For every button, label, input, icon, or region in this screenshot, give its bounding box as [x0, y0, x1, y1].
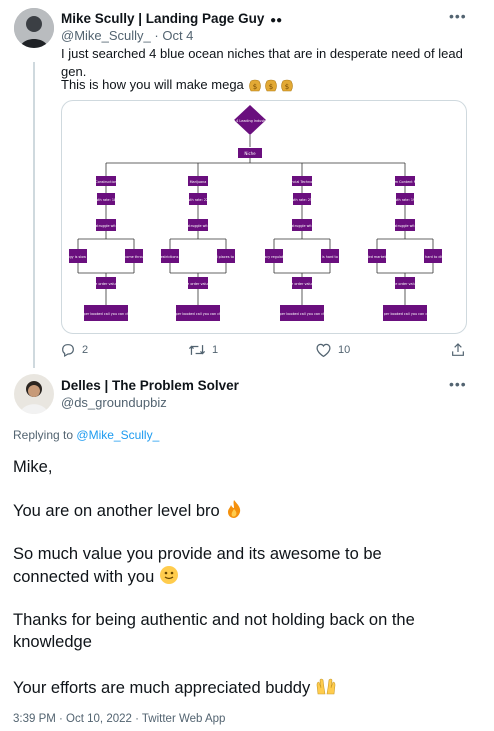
reason-left-2-label: Strict restrictions on ads: [149, 255, 191, 259]
reply-author-name[interactable]: Delles | The Problem Solver: [61, 378, 239, 393]
author-avatar[interactable]: [14, 8, 54, 48]
replying-to-line: Replying to @Mike_Scully_: [13, 428, 160, 442]
reply-action[interactable]: 2: [60, 342, 88, 358]
smile-icon: [159, 566, 179, 586]
growth-node-3-label: Growth rate: 25.5%: [285, 198, 319, 202]
svg-text:$: $: [285, 83, 289, 91]
like-count: 10: [338, 344, 351, 356]
more-icon[interactable]: •••: [449, 8, 467, 24]
eyes-icon: ●●: [270, 15, 283, 26]
replying-to-link[interactable]: @Mike_Scully_: [76, 428, 159, 442]
question-node-3-label: Why they struggle with lead gen: [274, 224, 329, 228]
share-action[interactable]: [450, 342, 466, 358]
reply-timestamp[interactable]: 3:39 PM · Oct 10, 2022 · Twitter Web App: [13, 713, 225, 725]
reply-author-handle[interactable]: @ds_groundupbiz: [61, 395, 167, 410]
reply-author-avatar[interactable]: [14, 374, 54, 414]
tweet-line-2: This is how you will make mega $ $ $: [61, 76, 295, 94]
author-handle-row: @Mike_Scully_ · Oct 4: [61, 28, 193, 43]
reason-left-3-label: Privacy regulations: [258, 255, 291, 259]
reply-paragraph-4: Thanks for being authentic and not holdi…: [13, 611, 415, 651]
growth-node-2-label: Growth rate: 22.9%: [181, 198, 215, 202]
retweet-action[interactable]: 1: [188, 342, 218, 358]
reply-paragraph-5: Your efforts are much appreciated buddy: [13, 676, 337, 699]
reply-paragraph-3: So much value you provide and its awesom…: [13, 545, 382, 586]
reply-icon: [62, 344, 74, 358]
growth-node-4-label: Growth rate: 19.2%: [388, 198, 422, 202]
thread-line: [33, 62, 35, 368]
industry-node-4-label: Short Form Content Marketing: [379, 180, 430, 184]
flowchart-diagram: Top 4 Leading Industries Niche Constructio…: [62, 105, 459, 321]
retweet-count: 1: [212, 344, 219, 356]
outcome-node-1-label: This means per booked call you can charg…: [62, 312, 149, 316]
industry-node-1-label: Construction: [95, 180, 117, 184]
growth-node-1-label: Growth rate: 18.7%: [89, 198, 123, 202]
reply-paragraph-2: You are on another level bro: [13, 499, 244, 522]
industry-node-2-label: Marijuana: [190, 180, 207, 184]
question-node-2-label: Why they struggle with lead gen: [170, 224, 225, 228]
reason-right-4-label: Content is hard to differentiate: [407, 255, 459, 259]
moneybag-icon: $ $ $: [247, 77, 295, 92]
tweet-date[interactable]: · Oct 4: [154, 28, 193, 43]
hub-node-label: Niche: [244, 151, 256, 156]
avg-order-node-3-label: Average order value: $10K: [279, 282, 325, 286]
reply-paragraph-1: Mike,: [13, 458, 53, 476]
reply-count: 2: [82, 344, 89, 356]
outcome-node-4-label: This means per booked call you can charg…: [362, 312, 446, 316]
avg-order-node-4-label: Average order value: $5K: [383, 282, 427, 286]
share-icon: [452, 343, 464, 356]
reply-more-icon[interactable]: •••: [449, 376, 467, 392]
reason-left-1-label: Technology is slow to adapt: [62, 255, 102, 259]
raised-hands-icon: [315, 678, 337, 697]
question-node-4-label: Why they struggle with lead gen: [377, 224, 432, 228]
author-name[interactable]: Mike Scully | Landing Page Guy ●●: [61, 11, 282, 26]
reason-right-3-label: Trust is hard to build: [312, 255, 348, 259]
reason-left-4-label: Crowded market noise: [358, 255, 396, 259]
svg-text:$: $: [253, 83, 257, 91]
avg-order-node-1-label: Average order value: $50K: [83, 282, 129, 286]
industry-node-3-label: Financial Technology: [285, 180, 320, 184]
outcome-node-2-label: This means per booked call you can charg…: [154, 312, 241, 316]
avg-order-node-2-label: Average order value: $25K: [175, 282, 221, 286]
root-node-label: Top 4 Leading Industries: [228, 119, 270, 123]
svg-text:$: $: [269, 83, 273, 91]
question-node-1-label: Why they struggle with lead gen: [78, 224, 133, 228]
reply-meta: 3:39 PM · Oct 10, 2022 · Twitter Web App: [13, 713, 225, 725]
flowchart-image[interactable]: Top 4 Leading Industries Niche Constructio…: [61, 100, 467, 334]
like-icon: [316, 343, 331, 358]
reason-right-2-label: Limited places to market: [205, 255, 248, 259]
like-action[interactable]: 10: [315, 342, 350, 358]
fire-icon: [224, 500, 244, 520]
outcome-node-3-label: This means per booked call you can charg…: [258, 312, 345, 316]
retweet-icon: [188, 345, 206, 355]
author-handle[interactable]: @Mike_Scully_: [61, 28, 151, 43]
